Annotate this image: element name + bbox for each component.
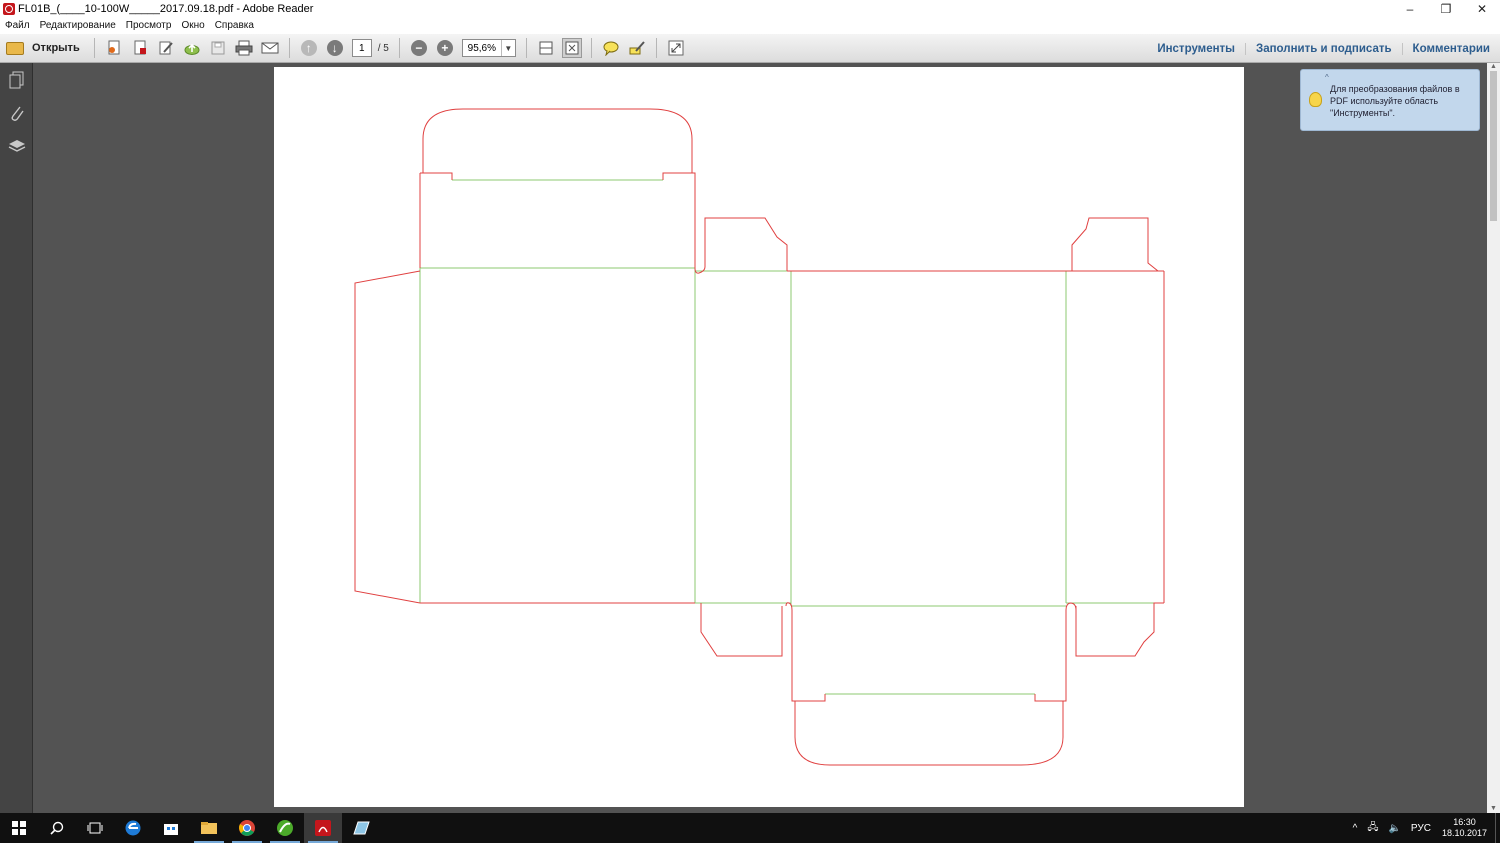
edge-browser-icon[interactable] [114, 813, 152, 843]
page-thumbnails-icon[interactable] [0, 63, 33, 96]
windows-start-icon[interactable] [0, 813, 38, 843]
task-view-icon[interactable] [76, 813, 114, 843]
restore-button[interactable]: ❐ [1428, 0, 1464, 17]
toolbar: Открыть ↑ ↓ 1 / 5 − + 95,6% ▼ Инструмент… [0, 34, 1500, 63]
layers-icon[interactable] [0, 129, 33, 162]
system-tray: ^ 🖧 🔈 РУС 16:30 18.10.2017 [1348, 813, 1500, 843]
toolbar-divider [655, 38, 657, 58]
page-number-input[interactable]: 1 [351, 39, 372, 57]
tooltip-text: Для преобразования файлов в PDF использу… [1330, 84, 1460, 118]
menu-bar: Файл Редактирование Просмотр Окно Справк… [0, 17, 1500, 34]
tools-panel-link[interactable]: Инструменты [1147, 43, 1245, 55]
close-button[interactable]: ✕ [1464, 0, 1500, 17]
adobe-reader-icon [3, 2, 15, 15]
chevron-up-icon[interactable]: ^ [1325, 72, 1329, 84]
minimize-button[interactable]: – [1392, 0, 1428, 17]
zoom-select[interactable]: 95,6% ▼ [461, 39, 516, 57]
fit-page-icon[interactable] [561, 38, 582, 58]
highlight-icon[interactable] [627, 38, 647, 58]
task-panels: Инструменты Заполнить и подписать Коммен… [1147, 34, 1500, 63]
navigation-pane [0, 63, 33, 813]
file-explorer-icon[interactable] [190, 813, 228, 843]
zoom-in-icon[interactable]: + [435, 38, 455, 58]
chevron-up-icon[interactable]: ^ [1353, 823, 1358, 834]
store-icon[interactable] [152, 813, 190, 843]
menu-window[interactable]: Окно [176, 20, 209, 31]
toolbar-divider [288, 38, 290, 58]
print-icon[interactable] [234, 38, 254, 58]
menu-edit[interactable]: Редактирование [35, 20, 121, 31]
clock[interactable]: 16:30 18.10.2017 [1442, 817, 1487, 839]
comments-panel-link[interactable]: Комментарии [1401, 42, 1500, 55]
vertical-scrollbar[interactable]: ▲ ▼ [1487, 63, 1500, 813]
volume-icon[interactable]: 🔈 [1388, 823, 1400, 834]
scroll-down-icon[interactable]: ▼ [1487, 805, 1500, 813]
fit-width-icon[interactable] [536, 38, 556, 58]
edit-pdf-icon[interactable] [156, 38, 176, 58]
window-title: FL01B_(____10-100W_____2017.09.18.pdf - … [18, 2, 314, 15]
scrollbar-thumb[interactable] [1490, 71, 1497, 221]
lightbulb-icon [1309, 92, 1322, 107]
zoom-value: 95,6% [467, 42, 497, 54]
chevron-down-icon[interactable]: ▼ [500, 40, 515, 56]
page-total: / 5 [377, 42, 389, 54]
toolbar-divider [93, 38, 95, 58]
show-desktop-button[interactable] [1495, 813, 1500, 843]
clock-date: 18.10.2017 [1441, 828, 1487, 838]
zoom-out-icon[interactable]: − [409, 38, 429, 58]
adobe-reader-taskbar-icon[interactable] [304, 813, 342, 843]
menu-help[interactable]: Справка [210, 20, 259, 31]
search-icon[interactable] [38, 813, 76, 843]
toolbar-divider [525, 38, 527, 58]
adobe-reader-window: FL01B_(____10-100W_____2017.09.18.pdf - … [0, 0, 1500, 843]
next-page-icon[interactable]: ↓ [325, 38, 345, 58]
window-controls: – ❐ ✕ [1392, 0, 1500, 17]
folder-icon [6, 41, 24, 55]
box-dieline-drawing [354, 108, 1165, 766]
chrome-icon[interactable] [228, 813, 266, 843]
language-indicator[interactable]: РУС [1411, 823, 1431, 834]
menu-file[interactable]: Файл [0, 20, 35, 31]
open-button[interactable]: Открыть [6, 41, 80, 55]
fullscreen-icon[interactable] [666, 38, 686, 58]
open-label: Открыть [32, 42, 80, 54]
network-icon[interactable]: 🖧 [1367, 820, 1378, 837]
export-pdf-icon[interactable] [130, 38, 150, 58]
scroll-up-icon[interactable]: ▲ [1487, 63, 1500, 71]
create-pdf-icon[interactable] [104, 38, 124, 58]
previous-page-icon[interactable]: ↑ [299, 38, 319, 58]
toolbar-divider [398, 38, 400, 58]
cut-lines [354, 108, 1165, 766]
toolbar-divider [590, 38, 592, 58]
title-bar: FL01B_(____10-100W_____2017.09.18.pdf - … [0, 0, 1500, 17]
menu-view[interactable]: Просмотр [121, 20, 177, 31]
app-green-icon[interactable] [266, 813, 304, 843]
pdf-page [274, 67, 1244, 807]
fill-sign-panel-link[interactable]: Заполнить и подписать [1245, 42, 1402, 55]
email-icon[interactable] [260, 38, 280, 58]
app-notes-icon[interactable] [342, 813, 380, 843]
tools-hint-tooltip: ^ Для преобразования файлов в PDF исполь… [1300, 69, 1480, 131]
attachments-icon[interactable] [0, 96, 33, 129]
windows-taskbar: ^ 🖧 🔈 РУС 16:30 18.10.2017 [0, 813, 1500, 843]
cloud-upload-icon[interactable] [182, 38, 202, 58]
save-icon[interactable] [208, 38, 228, 58]
comment-icon[interactable] [601, 38, 621, 58]
clock-time: 16:30 [1453, 817, 1476, 827]
